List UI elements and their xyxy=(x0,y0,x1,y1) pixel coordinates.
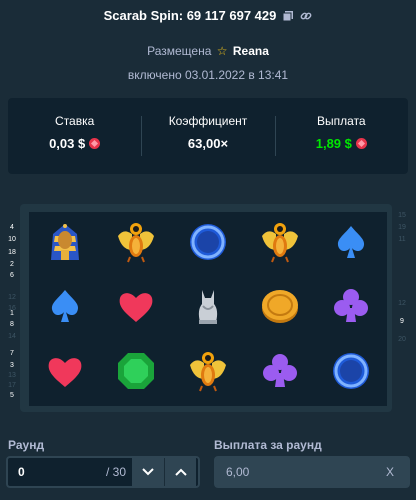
posted-by: Размещена ☆ Reana xyxy=(0,44,416,58)
reel-cell xyxy=(244,341,316,406)
reel-cell xyxy=(315,277,387,342)
stat-multiplier-amount: 63,00× xyxy=(187,136,229,151)
stat-bet-amount: 0,03 $ xyxy=(49,136,86,151)
payline-number: 2 xyxy=(10,261,14,268)
payline-number: 5 xyxy=(10,392,14,399)
reel-cell xyxy=(172,277,244,342)
blue-spade-icon xyxy=(329,220,373,269)
scarab-icon xyxy=(186,349,230,398)
stat-bet: Ставка 0,03 $ xyxy=(8,114,141,158)
reel-cell xyxy=(172,212,244,277)
reel-cell xyxy=(315,212,387,277)
red-heart-icon xyxy=(43,349,87,398)
round-up-button[interactable] xyxy=(164,458,196,486)
payline-number: 9 xyxy=(400,318,404,325)
scarab-icon xyxy=(258,220,302,269)
payline-number: 10 xyxy=(8,236,16,243)
reel-cell xyxy=(244,212,316,277)
cat-statue-icon xyxy=(186,284,230,333)
star-icon: ☆ xyxy=(216,44,228,58)
payline-number: 19 xyxy=(398,224,406,231)
scarab-icon xyxy=(114,220,158,269)
username[interactable]: Reana xyxy=(233,44,269,58)
payline-number: 12 xyxy=(8,294,16,301)
round-input[interactable]: 0 xyxy=(8,465,78,479)
payline-number: 17 xyxy=(8,382,16,389)
payline-number: 3 xyxy=(10,362,14,369)
reel-cell xyxy=(101,277,173,342)
stat-multiplier-value: 63,00× xyxy=(141,136,274,151)
payline-number: 12 xyxy=(398,300,406,307)
purple-club-icon xyxy=(329,284,373,333)
currency-coin-icon xyxy=(355,138,367,149)
chevron-up-icon xyxy=(174,468,187,476)
round-total: / 30 xyxy=(105,465,126,479)
stat-bet-label: Ставка xyxy=(55,114,95,128)
stat-multiplier-label: Коэффициент xyxy=(168,114,248,128)
payline-number: 18 xyxy=(8,249,16,256)
stat-multiplier: Коэффициент 63,00× xyxy=(141,114,274,158)
round-payout-label: Выплата за раунд xyxy=(214,438,322,452)
included-date: включено 03.01.2022 в 13:41 xyxy=(127,68,289,82)
bet-title: Scarab Spin: 69 117 697 429 xyxy=(103,8,277,23)
round-payout-field: 6,00 X xyxy=(214,456,410,488)
reel-cell xyxy=(315,341,387,406)
bet-title-row: Scarab Spin: 69 117 697 429 xyxy=(0,8,416,23)
payline-number: 15 xyxy=(398,212,406,219)
link-icon[interactable] xyxy=(300,10,312,22)
stat-payout: Выплата 1,89 $ xyxy=(274,114,408,158)
reel-cell xyxy=(101,212,173,277)
stat-bet-value: 0,03 $ xyxy=(8,136,141,151)
payline-number: 20 xyxy=(398,336,406,343)
reel-cell xyxy=(29,212,101,277)
blue-ring-icon xyxy=(186,220,230,269)
round-down-button[interactable] xyxy=(132,458,164,486)
slot-board xyxy=(29,212,387,406)
posted-by-label: Размещена xyxy=(147,44,212,58)
payline-number: 4 xyxy=(10,224,14,231)
payline-number: 1 xyxy=(10,310,14,317)
reel-cell xyxy=(244,277,316,342)
currency-coin-icon xyxy=(89,138,101,149)
payline-number: 11 xyxy=(398,236,406,243)
payline-number: 13 xyxy=(8,372,16,379)
reel-cell xyxy=(29,341,101,406)
blue-ring-icon xyxy=(329,349,373,398)
round-label: Раунд xyxy=(8,438,45,452)
blue-spade-icon xyxy=(43,284,87,333)
gold-coin-icon xyxy=(258,284,302,333)
green-gem-icon xyxy=(114,349,158,398)
payline-number: 6 xyxy=(10,272,14,279)
stat-payout-label: Выплата xyxy=(317,114,366,128)
round-payout-suffix: X xyxy=(385,465,394,479)
round-payout-value: 6,00 xyxy=(226,465,250,479)
stat-payout-amount: 1,89 $ xyxy=(315,136,352,151)
pharaoh-icon xyxy=(43,220,87,269)
payline-number: 7 xyxy=(10,350,14,357)
purple-club-icon xyxy=(258,349,302,398)
round-stepper: 0 / 30 xyxy=(6,456,200,488)
red-heart-icon xyxy=(114,284,158,333)
reel-cell xyxy=(172,341,244,406)
reel-cell xyxy=(29,277,101,342)
payline-number: 8 xyxy=(10,321,14,328)
chevron-down-icon xyxy=(142,468,154,476)
stat-payout-value: 1,89 $ xyxy=(275,136,408,151)
bet-stats-panel: Ставка 0,03 $ Коэффициент 63,00× Выплата… xyxy=(8,98,408,174)
copy-icon[interactable] xyxy=(282,10,294,22)
reel-cell xyxy=(101,341,173,406)
payline-number: 14 xyxy=(8,333,16,340)
